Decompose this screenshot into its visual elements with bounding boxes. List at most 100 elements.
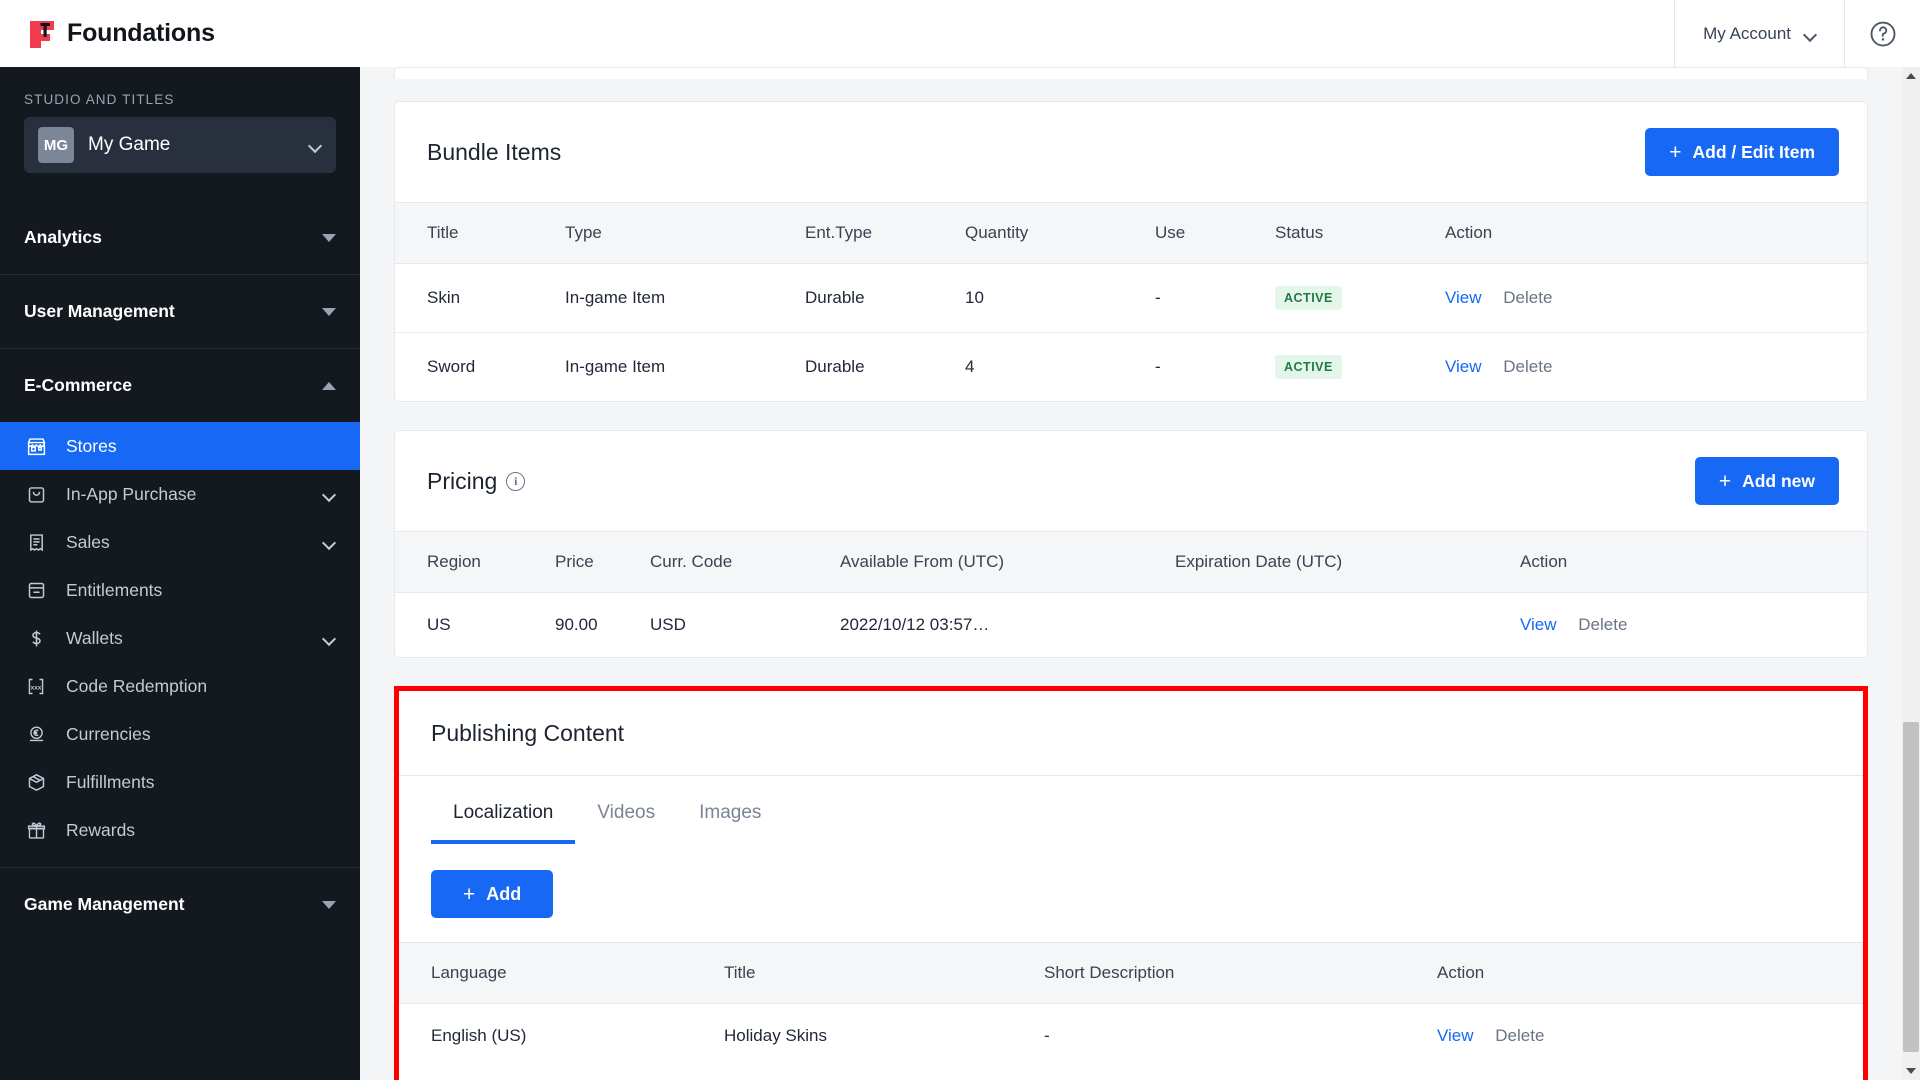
archive-box-icon xyxy=(24,578,48,602)
sidebar-section-label: E-Commerce xyxy=(24,375,132,395)
cell-action: View Delete xyxy=(1445,263,1867,333)
cell-type: In-game Item xyxy=(565,263,805,333)
sidebar-item-stores[interactable]: Stores xyxy=(0,422,360,470)
sidebar-item-wallets[interactable]: Wallets xyxy=(0,614,360,662)
cell-status: ACTIVE xyxy=(1275,263,1445,333)
cell-quantity: 10 xyxy=(965,263,1155,333)
delete-link[interactable]: Delete xyxy=(1503,357,1552,376)
delete-link[interactable]: Delete xyxy=(1495,1026,1544,1045)
bundle-items-title: Bundle Items xyxy=(427,138,562,165)
brand-name: Foundations xyxy=(67,19,215,47)
cell-use: - xyxy=(1155,357,1161,376)
sidebar-item-rewards[interactable]: Rewards xyxy=(0,806,360,854)
sidebar-section-header-user-management[interactable]: User Management xyxy=(0,275,360,348)
game-selector[interactable]: MG My Game xyxy=(24,117,336,173)
question-circle-icon xyxy=(1870,21,1895,46)
sidebar-item-currencies[interactable]: Currencies xyxy=(0,710,360,758)
view-link[interactable]: View xyxy=(1445,357,1482,376)
scrollbar-thumb[interactable] xyxy=(1903,722,1919,1052)
publishing-content-title: Publishing Content xyxy=(431,719,625,746)
tab-label: Images xyxy=(699,802,762,823)
column-header-action: Action xyxy=(1520,531,1867,593)
sidebar-item-code-redemption[interactable]: xxx Code Redemption xyxy=(0,662,360,710)
bundle-items-header: Bundle Items + Add / Edit Item xyxy=(395,102,1867,202)
info-icon[interactable]: i xyxy=(506,471,526,491)
column-header-use: Use xyxy=(1155,202,1275,264)
view-link[interactable]: View xyxy=(1445,288,1482,307)
triangle-down-icon xyxy=(322,233,336,242)
table-row: English (US) Holiday Skins - View Delete xyxy=(399,1004,1863,1069)
cell-ent-type: Durable xyxy=(805,357,865,376)
column-header-available-from: Available From (UTC) xyxy=(840,531,1175,593)
scroll-down-arrow-icon[interactable] xyxy=(1902,1062,1920,1080)
cell-action: View Delete xyxy=(1520,593,1867,658)
cell-region: US xyxy=(427,615,451,634)
column-header-short-description: Short Description xyxy=(1044,942,1437,1004)
pricing-card: Pricing i + Add new Region Price Curr. C… xyxy=(394,430,1868,658)
my-account-label: My Account xyxy=(1703,23,1791,43)
delete-link[interactable]: Delete xyxy=(1503,288,1552,307)
chevron-down-icon xyxy=(309,141,322,150)
add-edit-item-button[interactable]: + Add / Edit Item xyxy=(1645,128,1839,176)
table-header-row: Title Type Ent.Type Quantity Use Status … xyxy=(395,202,1867,264)
column-header-title: Title xyxy=(724,942,1044,1004)
cell-curr-code: USD xyxy=(650,615,686,634)
view-link[interactable]: View xyxy=(1437,1026,1474,1045)
table-row: Sword In-game Item Durable 4 - ACTIVE Vi… xyxy=(395,333,1867,402)
add-edit-item-label: Add / Edit Item xyxy=(1692,141,1816,162)
cell-action: View Delete xyxy=(1445,333,1867,402)
add-new-label: Add new xyxy=(1742,470,1815,491)
triangle-down-icon xyxy=(322,900,336,909)
plus-icon: + xyxy=(1718,469,1732,493)
table-header-row: Region Price Curr. Code Available From (… xyxy=(395,531,1867,593)
sidebar-section-analytics: Analytics xyxy=(0,201,360,275)
scroll-up-arrow-icon[interactable] xyxy=(1902,67,1920,85)
gift-icon xyxy=(24,818,48,842)
add-localization-button[interactable]: + Add xyxy=(431,870,554,918)
delete-link[interactable]: Delete xyxy=(1578,615,1627,634)
code-brackets-icon: xxx xyxy=(24,674,48,698)
column-header-curr-code: Curr. Code xyxy=(650,531,840,593)
sidebar: STUDIO AND TITLES MG My Game Analytics U… xyxy=(0,67,360,1080)
sidebar-item-label: In-App Purchase xyxy=(66,483,197,504)
chevron-down-icon xyxy=(1805,30,1816,37)
column-header-action: Action xyxy=(1437,942,1863,1004)
foundations-logo-icon xyxy=(28,19,56,49)
sidebar-section-header-analytics[interactable]: Analytics xyxy=(0,201,360,274)
cell-available-from: 2022/10/12 03:57… xyxy=(840,615,990,634)
receipt-icon xyxy=(24,530,48,554)
triangle-up-icon xyxy=(322,381,336,390)
add-label: Add xyxy=(486,883,522,904)
add-new-price-button[interactable]: + Add new xyxy=(1694,457,1839,505)
shopping-bag-icon xyxy=(24,482,48,506)
studio-and-titles-label: STUDIO AND TITLES xyxy=(24,92,175,107)
sidebar-item-fulfillments[interactable]: Fulfillments xyxy=(0,758,360,806)
sidebar-section-header-ecommerce[interactable]: E-Commerce xyxy=(0,349,360,422)
sidebar-item-label: Code Redemption xyxy=(66,675,208,696)
tab-videos[interactable]: Videos xyxy=(575,776,677,844)
pricing-title: Pricing i xyxy=(427,467,526,495)
cell-title: Skin xyxy=(395,263,565,333)
table-row: US 90.00 USD 2022/10/12 03:57… View Dele… xyxy=(395,593,1867,658)
tab-localization[interactable]: Localization xyxy=(431,776,576,844)
top-header-bar: Foundations My Account xyxy=(0,0,1920,67)
sidebar-item-label: Entitlements xyxy=(66,579,163,600)
header-right-actions: My Account xyxy=(1674,0,1920,67)
column-header-ent-type: Ent.Type xyxy=(805,202,965,264)
tab-images[interactable]: Images xyxy=(677,776,783,844)
cell-type: In-game Item xyxy=(565,357,666,376)
currency-coin-icon xyxy=(24,722,48,746)
plus-icon: + xyxy=(1669,140,1682,164)
help-button[interactable] xyxy=(1844,0,1920,67)
pricing-header: Pricing i + Add new xyxy=(395,431,1867,531)
vertical-scrollbar[interactable] xyxy=(1902,67,1920,1080)
view-link[interactable]: View xyxy=(1520,615,1557,634)
sidebar-item-in-app-purchase[interactable]: In-App Purchase xyxy=(0,470,360,518)
sidebar-section-header-game-management[interactable]: Game Management xyxy=(0,868,360,941)
my-account-menu[interactable]: My Account xyxy=(1674,0,1844,67)
sidebar-item-sales[interactable]: Sales xyxy=(0,518,360,566)
brand[interactable]: Foundations xyxy=(0,19,215,49)
sidebar-item-entitlements[interactable]: Entitlements xyxy=(0,566,360,614)
pricing-title-label: Pricing xyxy=(427,467,498,494)
bundle-items-card: Bundle Items + Add / Edit Item Title Typ… xyxy=(394,101,1868,402)
